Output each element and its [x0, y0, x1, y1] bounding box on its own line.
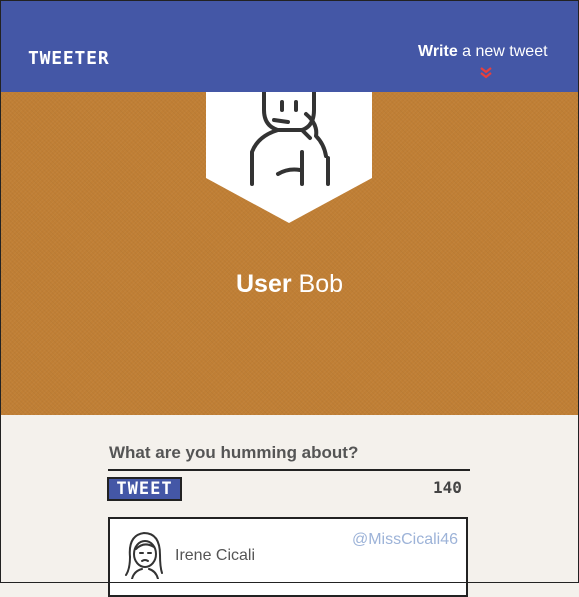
char-counter: 140 — [433, 478, 462, 497]
tweet-author-name[interactable]: Irene Cicali — [175, 547, 255, 565]
tweet-author-handle[interactable]: @MissCicali46 — [352, 531, 458, 549]
compose-divider — [108, 469, 470, 471]
write-link-bold: Write — [418, 43, 458, 60]
compose-input[interactable]: What are you humming about? — [109, 443, 358, 463]
profile-title: User Bob — [0, 270, 579, 299]
user-avatar-icon — [206, 92, 372, 223]
write-link-rest: a new tweet — [457, 43, 548, 60]
profile-title-bold: User — [235, 270, 292, 298]
app-logo[interactable]: TWEETER — [28, 48, 109, 69]
tweet-card[interactable]: Irene Cicali @MissCicali46 — [108, 517, 468, 597]
double-chevron-down-icon[interactable] — [479, 66, 493, 80]
top-nav: TWEETER Write a new tweet — [0, 0, 579, 92]
female-avatar-icon — [125, 532, 163, 579]
write-tweet-link[interactable]: Write a new tweet — [418, 43, 548, 61]
profile-title-name: Bob — [291, 270, 344, 298]
tweet-button[interactable]: TWEET — [107, 477, 182, 501]
